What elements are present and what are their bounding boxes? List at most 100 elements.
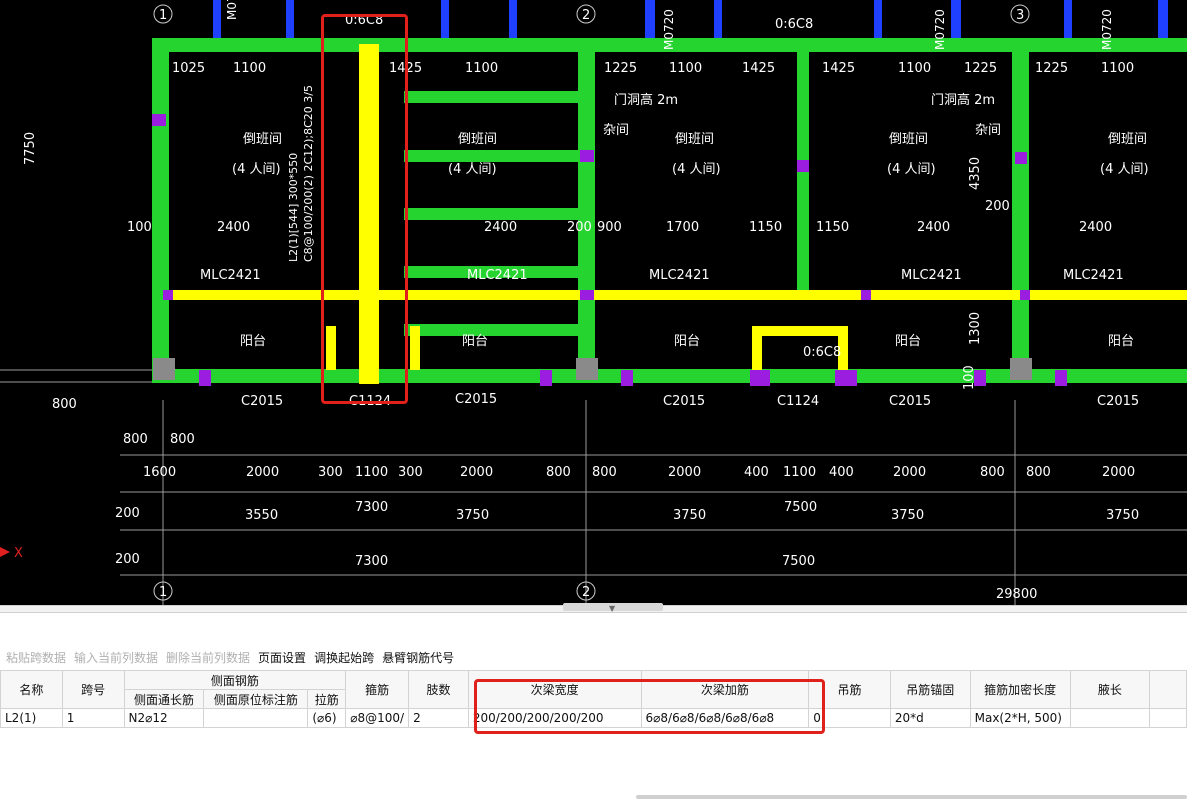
door-label: M0720 <box>1100 9 1114 50</box>
dim-label: 800 <box>123 432 148 447</box>
dim-label: 1600 <box>143 465 176 480</box>
dim-label: 1300 <box>968 312 983 345</box>
span-dim-label: 7500 <box>782 554 815 569</box>
dim-label: 2400 <box>484 220 517 235</box>
dim-label: 1100 <box>465 61 498 76</box>
table-cell[interactable] <box>1069 708 1151 728</box>
column-header: 侧面通长筋 <box>123 689 205 709</box>
room-label: 倒班间 <box>1108 132 1147 147</box>
dim-label: 3750 <box>673 508 706 523</box>
room-label: 杂间 <box>975 123 1001 138</box>
input-column-button[interactable]: 输入当前列数据 <box>74 649 158 666</box>
window-label: MLC2421 <box>467 268 528 283</box>
window-label: MLC2421 <box>649 268 710 283</box>
page-setup-button[interactable]: 页面设置 <box>258 649 306 666</box>
room-capacity: (4 人间) <box>672 162 721 177</box>
room-label: 阳台 <box>240 334 266 349</box>
beam-annotation: L2(1)[544] 300*550 <box>287 153 300 262</box>
cad-drawing-canvas[interactable]: 0:6C8 0:6C8 0:6C8 7750 100 800 1025 1100… <box>0 0 1187 605</box>
table-cell[interactable]: 1 <box>61 708 125 728</box>
dim-label: 2400 <box>217 220 250 235</box>
column-header: 跨号 <box>61 670 125 709</box>
span-dim-label: 7300 <box>355 500 388 515</box>
dim-label: 900 <box>597 220 622 235</box>
chevron-down-icon[interactable]: ▼ <box>609 604 615 613</box>
room-label: 阳台 <box>462 334 488 349</box>
dim-label: 7750 <box>23 132 38 165</box>
delete-column-button[interactable]: 删除当前列数据 <box>166 649 250 666</box>
panel-splitter[interactable]: ▼ <box>0 603 1187 613</box>
column-header: 拉筋 <box>307 689 347 709</box>
table-cell[interactable]: 20*d <box>889 708 971 728</box>
dim-label: 3750 <box>1106 508 1139 523</box>
column-header: 吊筋锚固 <box>889 670 971 709</box>
column-header: 吊筋 <box>808 670 891 709</box>
table-cell[interactable] <box>1149 708 1187 728</box>
dim-label: 1225 <box>964 61 997 76</box>
paste-span-button[interactable]: 粘贴跨数据 <box>6 649 66 666</box>
dim-label: 1225 <box>1035 61 1068 76</box>
room-label: 倒班间 <box>243 132 282 147</box>
dim-label: 1100 <box>898 61 931 76</box>
dim-label: 1100 <box>669 61 702 76</box>
table-cell[interactable]: (⌀6) <box>307 708 347 728</box>
dim-label: 1150 <box>816 220 849 235</box>
dim-label: 1425 <box>742 61 775 76</box>
total-dim-label: 29800 <box>996 587 1037 602</box>
dim-label: 800 <box>170 432 195 447</box>
dim-label: 400 <box>829 465 854 480</box>
axis-label: 3 <box>1016 8 1024 23</box>
door-height-note: 门洞高 2m <box>614 92 678 108</box>
dim-label: 0:6C8 <box>803 345 841 360</box>
window-label: MLC2421 <box>901 268 962 283</box>
table-cell[interactable]: 0 <box>808 708 891 728</box>
swap-start-span-button[interactable]: 调换起始跨 <box>314 649 374 666</box>
column-header: 肢数 <box>408 670 469 709</box>
dim-label: 2000 <box>668 465 701 480</box>
room-label: 阳台 <box>895 334 921 349</box>
table-cell[interactable]: N2⌀12 <box>123 708 205 728</box>
door-label: M0720 <box>933 9 947 50</box>
column-header: 次梁宽度 <box>467 670 642 709</box>
axis-label: 1 <box>159 585 167 600</box>
room-label: 倒班间 <box>675 132 714 147</box>
dim-label: 800 <box>546 465 571 480</box>
window-label: MLC2421 <box>1063 268 1124 283</box>
cantilever-code-button[interactable]: 悬臂钢筋代号 <box>382 649 454 666</box>
room-label: 倒班间 <box>889 132 928 147</box>
dim-label: 800 <box>1026 465 1051 480</box>
table-cell[interactable]: 6⌀8/6⌀8/6⌀8/6⌀8/6⌀8 <box>640 708 810 728</box>
table-cell[interactable] <box>203 708 309 728</box>
door-height-note: 门洞高 2m <box>931 92 995 108</box>
table-cell[interactable]: L2(1) <box>0 708 63 728</box>
dim-label: 300 <box>318 465 343 480</box>
toolbar: 粘贴跨数据 输入当前列数据 删除当前列数据 页面设置 调换起始跨 悬臂钢筋代号 <box>0 645 454 669</box>
dim-label: 1425 <box>822 61 855 76</box>
table-cell[interactable]: 200/200/200/200/200 <box>467 708 642 728</box>
dim-label: 1225 <box>604 61 637 76</box>
dim-label: 2000 <box>893 465 926 480</box>
span-dim-label: 7500 <box>784 500 817 515</box>
door-label: M0720 <box>225 0 239 20</box>
column-header: 侧面钢筋 <box>123 670 347 690</box>
dim-label: 1425 <box>389 61 422 76</box>
window-label: C2015 <box>1097 394 1139 409</box>
dim-label: 0:6C8 <box>775 17 813 32</box>
axis-label: 1 <box>159 8 167 23</box>
table-cell[interactable]: ⌀8@100/ <box>345 708 410 728</box>
horizontal-scrollbar[interactable] <box>636 795 1187 799</box>
column-header: 次梁加筋 <box>640 670 810 709</box>
dim-label: 1100 <box>355 465 388 480</box>
dim-label: 4350 <box>968 157 983 190</box>
room-label: 阳台 <box>1108 334 1134 349</box>
table-cell[interactable]: Max(2*H, 500) <box>969 708 1071 728</box>
span-dim-label: 7300 <box>355 554 388 569</box>
room-label: 阳台 <box>674 334 700 349</box>
dim-label: 800 <box>592 465 617 480</box>
table-row[interactable]: L2(1) 1 N2⌀12 (⌀6) ⌀8@100/ 2 200/200/200… <box>0 708 1187 728</box>
dim-label: 100 <box>962 365 977 390</box>
dim-label: 2400 <box>1079 220 1112 235</box>
room-capacity: (4 人间) <box>232 162 281 177</box>
table-cell[interactable]: 2 <box>408 708 469 728</box>
dim-label: 800 <box>52 397 77 412</box>
